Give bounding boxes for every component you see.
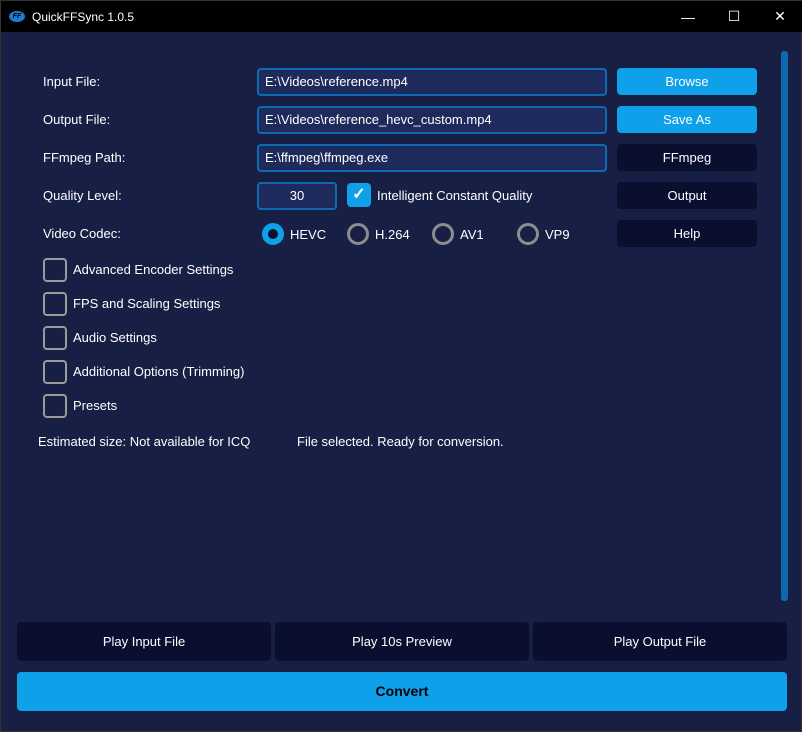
codec-radio-vp9[interactable] <box>517 223 539 245</box>
codec-label-hevc: HEVC <box>290 227 327 242</box>
codec-radio-hevc[interactable] <box>262 223 284 245</box>
output-file-field[interactable]: E:\Videos\reference_hevc_custom.mp4 <box>257 106 607 134</box>
icq-label: Intelligent Constant Quality <box>377 188 533 203</box>
help-button[interactable]: Help <box>617 220 757 247</box>
close-button[interactable]: ✕ <box>757 1 802 32</box>
window-title: QuickFFSync 1.0.5 <box>32 9 135 24</box>
advanced-encoder-label: Advanced Encoder Settings <box>73 262 234 277</box>
ffmpeg-path-label: FFmpeg Path: <box>43 150 126 165</box>
video-codec-label: Video Codec: <box>43 226 121 241</box>
codec-label-vp9: VP9 <box>545 227 570 242</box>
app-logo-icon: FF <box>9 11 25 22</box>
quality-level-input[interactable]: 30 <box>257 182 337 210</box>
codec-radio-av1[interactable] <box>432 223 454 245</box>
audio-settings-checkbox[interactable] <box>43 326 67 350</box>
save-as-button[interactable]: Save As <box>617 106 757 133</box>
output-button[interactable]: Output <box>617 182 757 209</box>
minimize-button[interactable]: — <box>665 1 711 32</box>
checkmark-icon: ✓ <box>352 186 366 203</box>
audio-settings-label: Audio Settings <box>73 330 157 345</box>
scrollbar[interactable] <box>781 51 788 601</box>
play-output-button[interactable]: Play Output File <box>533 622 787 661</box>
codec-label-h264: H.264 <box>375 227 410 242</box>
output-file-label: Output File: <box>43 112 111 127</box>
title-bar: FF QuickFFSync 1.0.5 — ☐ ✕ <box>1 1 802 32</box>
presets-label: Presets <box>73 398 118 413</box>
play-input-button[interactable]: Play Input File <box>17 622 271 661</box>
advanced-encoder-checkbox[interactable] <box>43 258 67 282</box>
ffmpeg-path-field[interactable]: E:\ffmpeg\ffmpeg.exe <box>257 144 607 172</box>
input-file-label: Input File: <box>43 74 101 89</box>
codec-label-av1: AV1 <box>460 227 484 242</box>
play-preview-button[interactable]: Play 10s Preview <box>275 622 529 661</box>
estimated-size-text: Estimated size: Not available for ICQ <box>38 434 251 449</box>
maximize-button[interactable]: ☐ <box>711 1 757 32</box>
convert-button[interactable]: Convert <box>17 672 787 711</box>
browse-button[interactable]: Browse <box>617 68 757 95</box>
ffmpeg-button[interactable]: FFmpeg <box>617 144 757 171</box>
fps-scaling-label: FPS and Scaling Settings <box>73 296 221 311</box>
input-file-field[interactable]: E:\Videos\reference.mp4 <box>257 68 607 96</box>
status-message: File selected. Ready for conversion. <box>297 434 504 449</box>
additional-options-label: Additional Options (Trimming) <box>73 364 245 379</box>
presets-checkbox[interactable] <box>43 394 67 418</box>
fps-scaling-checkbox[interactable] <box>43 292 67 316</box>
additional-options-checkbox[interactable] <box>43 360 67 384</box>
quality-level-label: Quality Level: <box>43 188 122 203</box>
codec-radio-h264[interactable] <box>347 223 369 245</box>
icq-checkbox[interactable]: ✓ <box>347 183 371 207</box>
